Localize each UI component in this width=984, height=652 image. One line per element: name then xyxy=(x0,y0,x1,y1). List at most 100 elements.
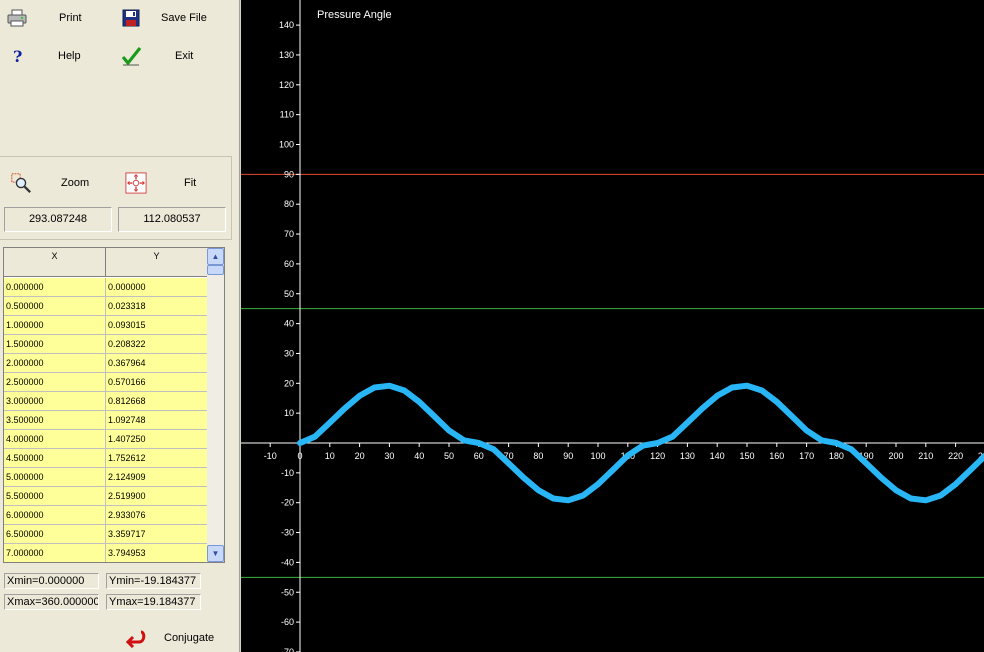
control-panel: Print Save File ? Help Exit Zoom Fit 293… xyxy=(0,0,240,652)
x-tick-label: 50 xyxy=(444,451,454,461)
help-button[interactable]: ? Help xyxy=(6,43,106,69)
table-row[interactable]: 1.000000 0.093015 xyxy=(4,316,208,335)
column-header-x[interactable]: X xyxy=(4,248,106,277)
x-tick-label: 120 xyxy=(650,451,665,461)
y-tick-label: -70 xyxy=(281,647,294,652)
fit-button[interactable]: Fit xyxy=(125,170,225,196)
cell-y[interactable]: 1.752612 xyxy=(106,449,208,468)
zoom-label: Zoom xyxy=(61,177,90,189)
exit-button[interactable]: Exit xyxy=(120,43,230,69)
save-file-button[interactable]: Save File xyxy=(120,5,230,31)
x-tick-label: 210 xyxy=(918,451,933,461)
x-tick-label: 80 xyxy=(533,451,543,461)
cell-y[interactable]: 2.124909 xyxy=(106,468,208,487)
y-tick-label: 140 xyxy=(279,20,294,30)
magnifier-icon xyxy=(10,172,32,194)
y-tick-label: -50 xyxy=(281,587,294,597)
x-tick-label: 90 xyxy=(563,451,573,461)
grid-rows: 0.000000 0.000000 0.500000 0.023318 1.000000… xyxy=(4,278,208,562)
cell-y[interactable]: 1.407250 xyxy=(106,430,208,449)
scroll-up-button[interactable]: ▲ xyxy=(207,248,224,265)
cell-y[interactable]: 3.794953 xyxy=(106,544,208,562)
cell-y[interactable]: 0.570166 xyxy=(106,373,208,392)
print-label: Print xyxy=(59,12,82,24)
table-row[interactable]: 6.500000 3.359717 xyxy=(4,525,208,544)
conjugate-label: Conjugate xyxy=(164,632,215,644)
print-button[interactable]: Print xyxy=(6,5,106,31)
y-tick-label: 130 xyxy=(279,50,294,60)
conjugate-button[interactable]: Conjugate xyxy=(125,625,225,651)
table-row[interactable]: 1.500000 0.208322 xyxy=(4,335,208,354)
y-tick-label: -40 xyxy=(281,557,294,567)
cell-y[interactable]: 0.367964 xyxy=(106,354,208,373)
cell-x[interactable]: 5.500000 xyxy=(4,487,106,506)
x-tick-label: 160 xyxy=(769,451,784,461)
cell-y[interactable]: 0.208322 xyxy=(106,335,208,354)
table-row[interactable]: 0.000000 0.000000 xyxy=(4,278,208,297)
save-file-label: Save File xyxy=(161,12,207,24)
table-row[interactable]: 6.000000 2.933076 xyxy=(4,506,208,525)
cell-x[interactable]: 2.000000 xyxy=(4,354,106,373)
table-row[interactable]: 0.500000 0.023318 xyxy=(4,297,208,316)
table-row[interactable]: 2.500000 0.570166 xyxy=(4,373,208,392)
vertical-scrollbar[interactable]: ▲ ▼ xyxy=(207,248,224,562)
xy-data-grid[interactable]: X Y 0.000000 0.000000 0.500000 0.023318 1.00… xyxy=(3,247,225,563)
table-row[interactable]: 2.000000 0.367964 xyxy=(4,354,208,373)
cell-x[interactable]: 4.000000 xyxy=(4,430,106,449)
scroll-thumb[interactable] xyxy=(207,265,224,275)
cell-y[interactable]: 0.093015 xyxy=(106,316,208,335)
table-row[interactable]: 3.000000 0.812668 xyxy=(4,392,208,411)
x-tick-label: -10 xyxy=(264,451,277,461)
return-arrow-icon xyxy=(125,627,147,649)
column-header-y[interactable]: Y xyxy=(106,248,208,277)
table-row[interactable]: 4.000000 1.407250 xyxy=(4,430,208,449)
cell-y[interactable]: 2.519900 xyxy=(106,487,208,506)
scroll-down-button[interactable]: ▼ xyxy=(207,545,224,562)
y-tick-label: 90 xyxy=(284,169,294,179)
ymax-field: Ymax=19.184377 xyxy=(106,594,201,610)
cell-x[interactable]: 5.000000 xyxy=(4,468,106,487)
pressure-angle-plot[interactable]: 140 130 120 110 100 90 80 70 60 50 40 30 20 10 -10 -20-… xyxy=(241,0,984,652)
cell-y[interactable]: 3.359717 xyxy=(106,525,208,544)
table-row[interactable]: 7.000000 3.794953 xyxy=(4,544,208,562)
table-row[interactable]: 5.000000 2.124909 xyxy=(4,468,208,487)
cell-x[interactable]: 1.000000 xyxy=(4,316,106,335)
cell-x[interactable]: 4.500000 xyxy=(4,449,106,468)
cell-x[interactable]: 7.000000 xyxy=(4,544,106,562)
readout-y: 112.080537 xyxy=(118,207,226,232)
cell-x[interactable]: 6.000000 xyxy=(4,506,106,525)
cell-y[interactable]: 0.812668 xyxy=(106,392,208,411)
cell-y[interactable]: 0.000000 xyxy=(106,278,208,297)
y-tick-label: -30 xyxy=(281,528,294,538)
y-tick-label: 80 xyxy=(284,199,294,209)
chart-title: Pressure Angle xyxy=(317,9,392,21)
cell-x[interactable]: 3.000000 xyxy=(4,392,106,411)
x-tick-label: 30 xyxy=(384,451,394,461)
fit-label: Fit xyxy=(184,177,197,189)
checkmark-icon xyxy=(120,45,142,67)
cell-x[interactable]: 6.500000 xyxy=(4,525,106,544)
y-tick-label: 120 xyxy=(279,80,294,90)
table-row[interactable]: 3.500000 1.092748 xyxy=(4,411,208,430)
cell-x[interactable]: 2.500000 xyxy=(4,373,106,392)
cell-x[interactable]: 0.000000 xyxy=(4,278,106,297)
x-tick-label: 150 xyxy=(739,451,754,461)
cell-y[interactable]: 0.023318 xyxy=(106,297,208,316)
table-row[interactable]: 4.500000 1.752612 xyxy=(4,449,208,468)
chart-svg: 140130120110100908070605040302010-10-20-… xyxy=(241,0,984,652)
ymin-field: Ymin=-19.184377 xyxy=(106,573,201,589)
y-tick-label: 20 xyxy=(284,378,294,388)
y-tick-label: 40 xyxy=(284,319,294,329)
cell-x[interactable]: 1.500000 xyxy=(4,335,106,354)
zoom-button[interactable]: Zoom xyxy=(10,170,110,196)
cell-x[interactable]: 3.500000 xyxy=(4,411,106,430)
table-row[interactable]: 5.500000 2.519900 xyxy=(4,487,208,506)
xmin-field: Xmin=0.000000 xyxy=(4,573,99,589)
y-tick-label: 10 xyxy=(284,408,294,418)
x-tick-label: 10 xyxy=(325,451,335,461)
cell-y[interactable]: 1.092748 xyxy=(106,411,208,430)
cell-y[interactable]: 2.933076 xyxy=(106,506,208,525)
cell-x[interactable]: 0.500000 xyxy=(4,297,106,316)
svg-text:?: ? xyxy=(13,47,22,65)
x-tick-label: 40 xyxy=(414,451,424,461)
